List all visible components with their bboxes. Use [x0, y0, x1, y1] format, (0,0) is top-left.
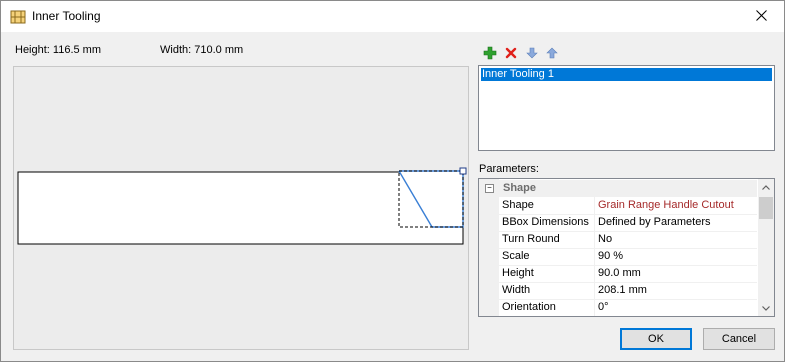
- vertical-scrollbar[interactable]: [758, 179, 774, 316]
- preview-canvas[interactable]: [13, 66, 469, 350]
- move-down-icon: [526, 47, 538, 62]
- title-bar: Inner Tooling: [1, 1, 784, 32]
- tooling-list[interactable]: Inner Tooling 1: [478, 65, 775, 151]
- property-name: BBox Dimensions: [502, 216, 589, 228]
- property-name: Scale: [502, 250, 530, 262]
- property-row-orientation[interactable]: Orientation 0°: [499, 299, 757, 316]
- window-title: Inner Tooling: [32, 9, 101, 23]
- property-name: Height: [502, 267, 534, 279]
- close-button[interactable]: [738, 1, 784, 32]
- property-name: Width: [502, 284, 531, 296]
- parameters-label: Parameters:: [479, 163, 539, 175]
- close-icon: [755, 9, 767, 24]
- property-name: Shape: [502, 199, 534, 211]
- dialog-window: Inner Tooling Height: 116.5 mm Width: 71…: [0, 0, 785, 362]
- property-row-shape[interactable]: Shape Grain Range Handle Cutout: [499, 197, 757, 215]
- add-button[interactable]: [482, 46, 498, 62]
- width-readout: Width: 710.0 mm: [160, 44, 244, 56]
- board-outline: [17, 171, 464, 245]
- scroll-down-button[interactable]: [758, 300, 774, 316]
- property-row-scale[interactable]: Scale 90 %: [499, 248, 757, 266]
- delete-icon: [505, 47, 517, 62]
- add-icon: [483, 46, 497, 63]
- collapse-icon[interactable]: −: [485, 184, 494, 193]
- delete-button[interactable]: [503, 46, 519, 62]
- ok-button[interactable]: OK: [620, 328, 692, 350]
- resize-handle: [459, 167, 467, 175]
- preview-drawing: [17, 167, 467, 245]
- property-name: Turn Round: [502, 233, 560, 245]
- chevron-up-icon: [762, 181, 770, 193]
- property-value[interactable]: 208.1 mm: [598, 284, 647, 296]
- category-label: Shape: [503, 182, 537, 194]
- property-grid[interactable]: − Shape Shape Grain Range Handle Cutout …: [478, 178, 775, 317]
- height-readout: Height: 116.5 mm: [15, 44, 102, 56]
- property-value[interactable]: No: [598, 233, 612, 245]
- grid-gutter: [479, 179, 499, 316]
- category-row-shape[interactable]: − Shape: [479, 180, 757, 197]
- move-down-button[interactable]: [524, 46, 540, 62]
- list-item[interactable]: Inner Tooling 1: [481, 68, 772, 81]
- property-row-bbox[interactable]: BBox Dimensions Defined by Parameters: [499, 214, 757, 232]
- property-value[interactable]: 0°: [598, 301, 609, 313]
- property-row-height[interactable]: Height 90.0 mm: [499, 265, 757, 283]
- tooling-app-icon: [10, 9, 26, 25]
- cancel-button[interactable]: Cancel: [703, 328, 775, 350]
- property-row-turn-round[interactable]: Turn Round No: [499, 231, 757, 249]
- property-value[interactable]: 90 %: [598, 250, 623, 262]
- move-up-icon: [546, 47, 558, 62]
- move-up-button[interactable]: [544, 46, 560, 62]
- chevron-down-icon: [762, 302, 770, 314]
- scroll-up-button[interactable]: [758, 179, 774, 195]
- property-name: Orientation: [502, 301, 556, 313]
- property-value[interactable]: 90.0 mm: [598, 267, 641, 279]
- property-value[interactable]: Grain Range Handle Cutout: [598, 199, 734, 211]
- property-row-width[interactable]: Width 208.1 mm: [499, 282, 757, 300]
- property-value[interactable]: Defined by Parameters: [598, 216, 711, 228]
- scroll-thumb[interactable]: [759, 197, 773, 219]
